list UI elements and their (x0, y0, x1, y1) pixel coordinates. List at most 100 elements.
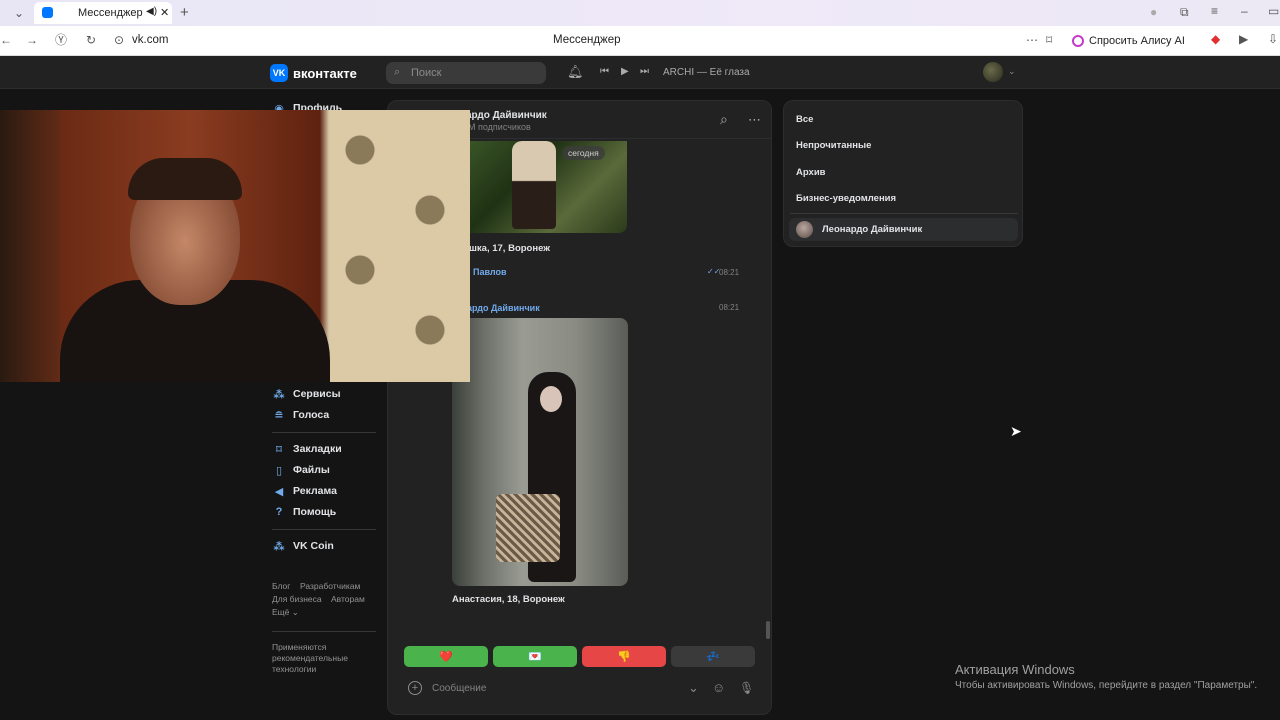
sidebar-item-votes[interactable]: ≘ Голоса (272, 406, 329, 424)
lock-icon[interactable]: ⊙ (114, 34, 124, 46)
address-bar: ← → Ⓨ ↻ ⊙ vk.com Мессенджер ⋯ ⌑ Спросить… (0, 26, 1280, 56)
message-sender[interactable]: ардо Дайвинчик (467, 303, 540, 313)
footer-authors[interactable]: Авторам (331, 594, 365, 604)
next-track-icon[interactable]: ⏭︎ (640, 66, 649, 77)
windows-activation: Активация Windows Чтобы активировать Win… (955, 662, 1257, 691)
sidebar-item-vkcoin[interactable]: ⁂ VK Coin (272, 537, 334, 555)
new-tab-icon[interactable]: + (180, 5, 189, 20)
message-time: 08:21 (719, 268, 740, 277)
menu-divider (272, 529, 376, 530)
sidebar-item-files[interactable]: ▯ Файлы (272, 461, 330, 479)
page-title: Мессенджер (553, 34, 621, 46)
sidebar-item-label: Сервисы (293, 388, 341, 400)
footer-recommend[interactable]: Применяются рекомендательные технологии (272, 642, 362, 675)
menu-icon[interactable]: ≡ (1211, 5, 1218, 17)
message-time: 08:21 (719, 303, 740, 312)
folder-all[interactable]: Все (796, 114, 813, 125)
menu-divider (272, 432, 376, 433)
megaphone-icon: ◀ (274, 485, 284, 498)
play-icon[interactable]: ▶ (621, 66, 629, 77)
dislike-button[interactable]: 👎 (582, 646, 666, 667)
forward-icon[interactable]: → (26, 34, 38, 46)
avatar (796, 221, 813, 238)
sidebar-item-services[interactable]: ⁂ Сервисы (272, 385, 341, 403)
footer-business[interactable]: Для бизнеса (272, 594, 322, 604)
sleep-button[interactable]: 💤 (671, 646, 755, 667)
more-icon[interactable]: ⋯ (1026, 34, 1038, 46)
message-input[interactable]: Сообщение (432, 683, 486, 694)
attach-icon[interactable]: + (408, 681, 422, 695)
windows-activation-subtitle: Чтобы активировать Windows, перейдите в … (955, 680, 1258, 691)
tab-list-icon[interactable]: ⌄ (14, 7, 24, 19)
photo-person (512, 141, 556, 229)
tab-audio-icon[interactable]: ◀) (146, 6, 157, 17)
message-photo[interactable]: сегодня (452, 141, 627, 233)
extension-icon[interactable]: ◆ (1211, 33, 1220, 45)
footer-more[interactable]: Ещё ⌄ (272, 607, 299, 618)
sidebar-item-help[interactable]: ? Помощь (272, 503, 337, 521)
vk-logo[interactable]: VK вконтакте (270, 64, 357, 82)
yandex-icon[interactable]: Ⓨ (55, 34, 67, 46)
now-playing[interactable]: ARCHI — Её глаза (663, 67, 750, 78)
folders-panel: Все Непрочитанные Архив Бизнес-уведомлен… (783, 100, 1023, 247)
message-caption: шка, 17, Воронеж (469, 243, 550, 254)
profile-chrome-icon[interactable]: ● (1150, 6, 1157, 18)
sidebar-item-label: VK Coin (293, 540, 334, 552)
vk-logo-icon: VK (270, 64, 288, 82)
footer-devs[interactable]: Разработчикам (300, 581, 360, 591)
message-like-button[interactable]: 💌 (493, 646, 577, 667)
sidebar-item-label: Реклама (293, 485, 337, 497)
folder-unread[interactable]: Непрочитанные (796, 140, 871, 151)
folder-business[interactable]: Бизнес-уведомления (796, 193, 896, 204)
bookmark-icon: ⌑ (276, 443, 282, 456)
downloads-icon[interactable]: ⇩ (1268, 33, 1278, 45)
media-icon[interactable]: ▶ (1239, 33, 1248, 45)
footer-blog[interactable]: Блог (272, 581, 290, 591)
folder-divider (790, 213, 1018, 214)
file-icon: ▯ (275, 464, 283, 477)
more-options-icon[interactable]: ⋯ (748, 112, 761, 128)
vk-header: VK вконтакте ⌕ Поиск 🔔︎ ⏮︎ ▶ ⏭︎ ARCHI — … (0, 56, 1280, 89)
avatar[interactable] (983, 62, 1003, 82)
folder-archive[interactable]: Архив (796, 167, 826, 178)
alice-button[interactable]: Спросить Алису AI (1068, 30, 1186, 52)
restore-icon[interactable]: ▭ (1268, 5, 1279, 17)
collections-icon[interactable]: ⧉ (1180, 6, 1189, 18)
sidebar-item-bookmarks[interactable]: ⌑ Закладки (272, 440, 342, 458)
message-photo[interactable] (452, 318, 628, 586)
like-button[interactable]: ❤️ (404, 646, 488, 667)
sidebar-item-label: Файлы (293, 464, 330, 476)
bell-icon[interactable]: 🔔︎ (567, 64, 584, 80)
search-input[interactable]: ⌕ Поиск (386, 62, 546, 84)
emoji-icon[interactable]: ☺ (712, 680, 725, 695)
chat-scrollbar[interactable] (766, 621, 770, 639)
chevron-down-icon[interactable]: ⌄ (688, 680, 699, 696)
browser-tab[interactable]: Мессенджер ◀) ✕ (34, 2, 172, 24)
pinned-chat[interactable]: Леонардо Дайвинчик (789, 218, 1018, 241)
photo-face (540, 386, 562, 412)
search-placeholder: Поиск (411, 67, 442, 79)
vk-logo-text: вконтакте (293, 65, 357, 81)
chevron-down-icon[interactable]: ⌄ (1008, 66, 1016, 77)
bookmark-chrome-icon[interactable]: ⌑ (1046, 34, 1052, 46)
prev-track-icon[interactable]: ⏮︎ (600, 66, 609, 77)
pinned-chat-title: Леонардо Дайвинчик (822, 224, 923, 235)
sidebar-item-ads[interactable]: ◀ Реклама (272, 482, 337, 500)
reload-icon[interactable]: ↻ (86, 34, 96, 46)
search-icon: ⌕ (394, 66, 401, 78)
photo-bag (496, 494, 560, 562)
message-sender[interactable]: Павлов (473, 267, 507, 277)
back-icon[interactable]: ← (0, 34, 12, 46)
tab-close-icon[interactable]: ✕ (160, 6, 169, 19)
url-text[interactable]: vk.com (132, 34, 168, 46)
sidebar-item-label: Закладки (293, 443, 342, 455)
search-chat-icon[interactable]: ⌕ (720, 111, 728, 128)
love-letter-icon: 💌 (528, 651, 542, 663)
minimize-icon[interactable]: – (1241, 5, 1248, 17)
chat-title[interactable]: ардо Дайвинчик (466, 110, 547, 121)
windows-activation-title: Активация Windows (955, 662, 1075, 677)
browser-tabstrip: ⌄ Мессенджер ◀) ✕ + ● ⧉ ≡ – ▭ (0, 0, 1280, 26)
chat-subscribers: M подписчиков (468, 122, 531, 132)
microphone-icon[interactable]: 🎙︎ (739, 681, 754, 695)
votes-icon: ≘ (274, 409, 284, 422)
